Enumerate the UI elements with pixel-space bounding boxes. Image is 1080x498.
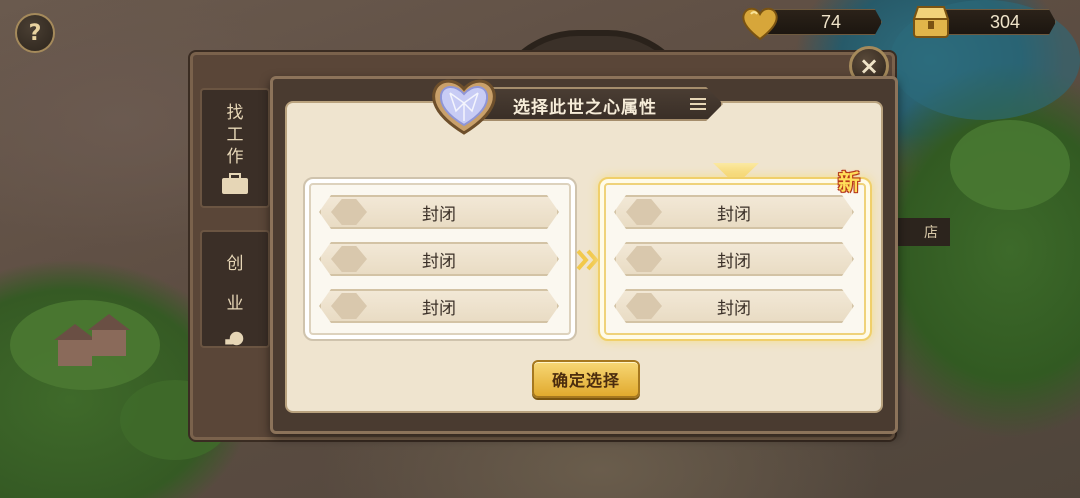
hearts-count: 74 xyxy=(762,9,882,35)
new-attributes-card[interactable]: 封闭 封闭 封闭 xyxy=(598,177,872,341)
heart-icon xyxy=(742,7,778,41)
attribute-slot: 封闭 xyxy=(319,242,559,276)
slot-label: 封闭 xyxy=(422,204,456,225)
attribute-slot: 封闭 xyxy=(319,195,559,229)
coins-currency: 304 xyxy=(912,6,1060,38)
dialog-title: 选择此世之心属性 xyxy=(513,98,657,118)
tab-start-business-label: 创业 xyxy=(226,254,244,314)
slot-label: 封闭 xyxy=(422,298,456,319)
new-badge: 新 xyxy=(838,170,861,196)
tab-find-job[interactable]: 找工作 xyxy=(200,88,270,208)
heart-gem-icon xyxy=(432,79,496,135)
hearts-currency: 74 xyxy=(740,7,886,41)
map-house xyxy=(88,314,130,356)
slot-label: 封闭 xyxy=(717,298,751,319)
slot-label: 封闭 xyxy=(422,251,456,272)
map-house xyxy=(54,324,96,366)
confirm-selection-button[interactable]: 确定选择 xyxy=(532,360,640,398)
slot-label: 封闭 xyxy=(717,251,751,272)
heart-attribute-dialog: 选择此世之心属性 封闭 封闭 封闭 封闭 封闭 封闭 新 确定选择 xyxy=(270,76,898,434)
tab-start-business[interactable]: 创业 xyxy=(200,230,270,348)
map-forest xyxy=(950,120,1070,210)
briefcase-icon xyxy=(222,173,248,194)
menu-icon[interactable] xyxy=(690,95,706,111)
money-bag-icon xyxy=(225,331,244,346)
tab-find-job-label: 找工作 xyxy=(226,103,244,167)
attribute-slot: 封闭 xyxy=(614,195,854,229)
current-attributes-card: 封闭 封闭 封闭 xyxy=(303,177,577,341)
attribute-slot: 封闭 xyxy=(614,289,854,323)
coins-count: 304 xyxy=(936,9,1056,35)
treasure-chest-icon xyxy=(912,6,950,38)
help-button[interactable]: ? xyxy=(15,13,55,53)
double-chevron-right-icon xyxy=(576,249,599,271)
attribute-slot: 封闭 xyxy=(319,289,559,323)
slot-label: 封闭 xyxy=(717,204,751,225)
attribute-slot: 封闭 xyxy=(614,242,854,276)
